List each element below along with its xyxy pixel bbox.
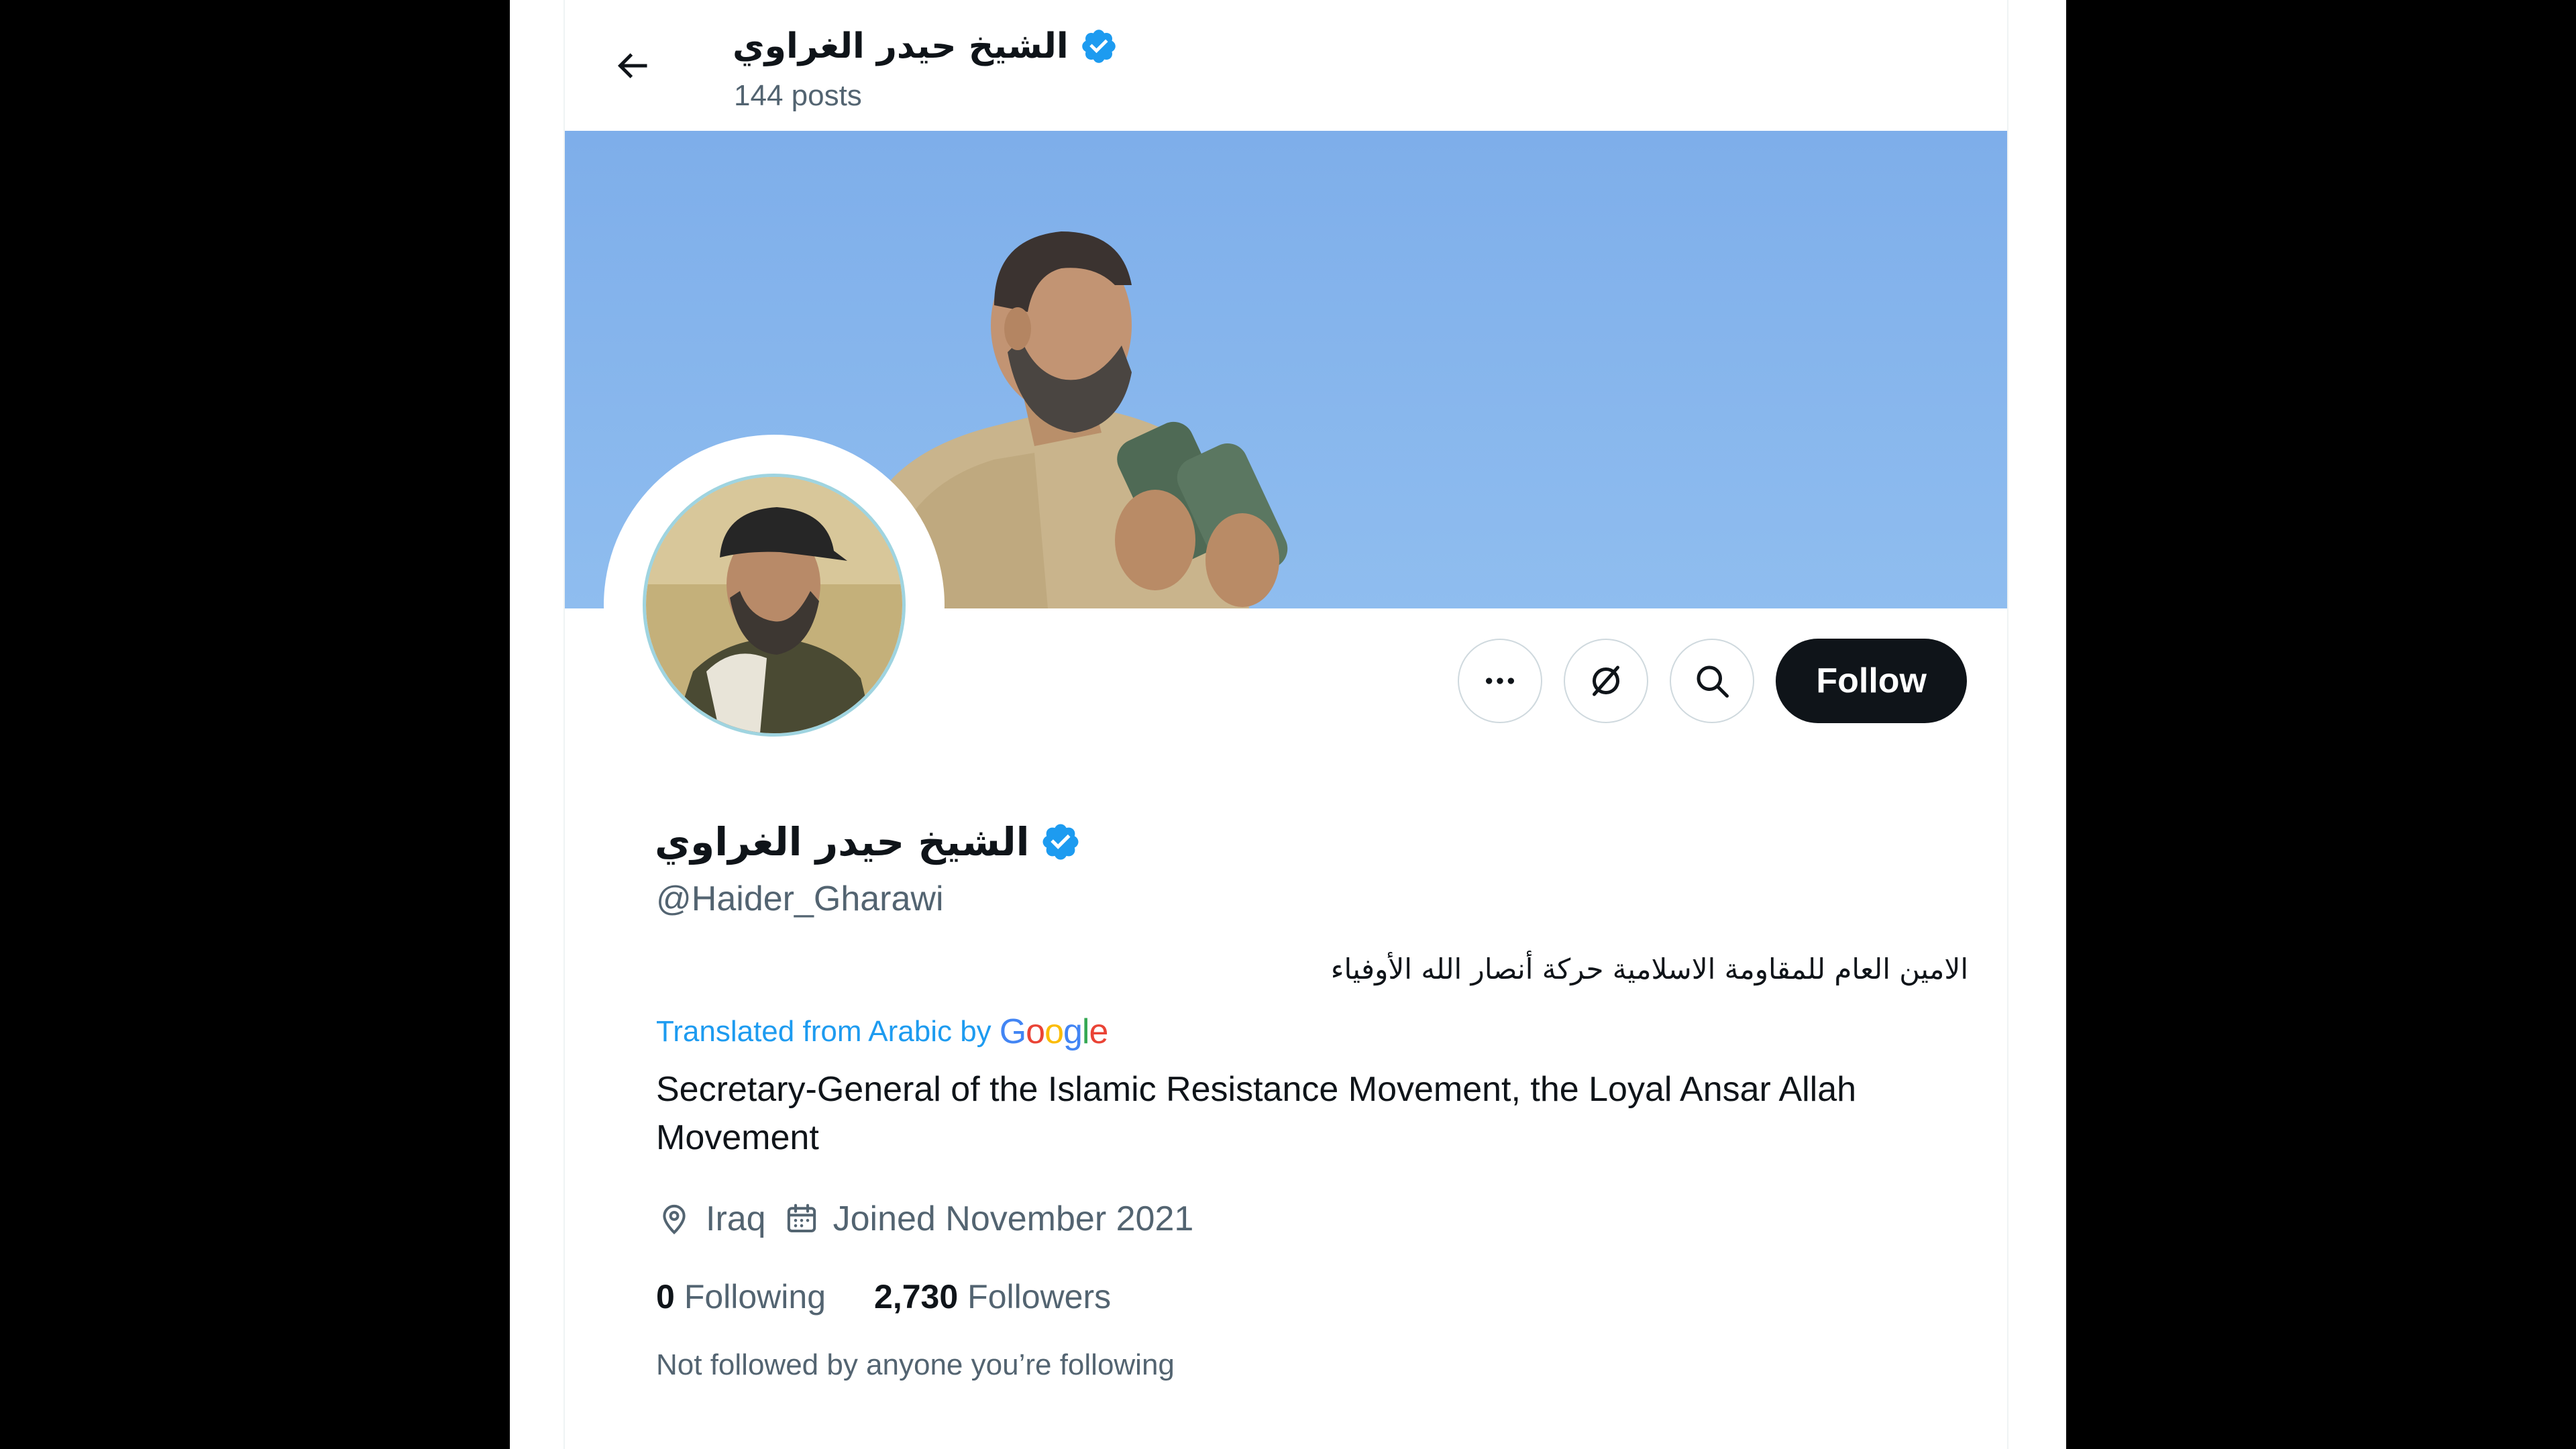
google-logo: Google (999, 1012, 1109, 1051)
verified-badge-icon[interactable] (1040, 821, 1081, 863)
not-followed-note: Not followed by anyone you’re following (656, 1348, 1175, 1381)
avatar (643, 474, 906, 737)
bio-english: Secretary-General of the Islamic Resista… (656, 1070, 1857, 1157)
bio-arabic: الامين العام للمقاومة الاسلامية حركة أنص… (1330, 953, 1968, 985)
profile-name-row: الشيخ حيدر الغراوي (655, 812, 1081, 872)
more-button[interactable] (1458, 639, 1543, 723)
grok-button[interactable] (1564, 639, 1649, 723)
followers-link[interactable]: 2,730 Followers (874, 1277, 1111, 1316)
more-horizontal-icon (1486, 678, 1515, 684)
avatar-frame[interactable] (604, 435, 945, 775)
header-post-count: 144 posts (734, 79, 862, 112)
joined-text: Joined November 2021 (833, 1199, 1194, 1238)
calendar-icon (787, 1203, 816, 1233)
verified-badge-icon (1081, 30, 1116, 63)
search-button[interactable] (1670, 639, 1755, 723)
profile-name: الشيخ حيدر الغراوي (655, 819, 1030, 865)
joined-item: Joined November 2021 (784, 1199, 1194, 1239)
page: الشيخ حيدر الغراوي 144 posts Follow الشي… (510, 0, 2066, 1449)
header-title: الشيخ حيدر الغراوي (733, 19, 1118, 74)
grok-slash-icon (1593, 665, 1620, 696)
profile-column: الشيخ حيدر الغراوي 144 posts Follow الشي… (564, 0, 2008, 1449)
translation-attribution[interactable]: Translated from Arabic by Google (656, 1010, 1108, 1054)
following-link[interactable]: 0 Following (656, 1277, 826, 1316)
avatar-photo (646, 477, 902, 733)
location-text: Iraq (706, 1199, 766, 1238)
arrow-left-icon (617, 53, 647, 78)
following-label: Following (684, 1278, 826, 1316)
location-pin-icon (663, 1204, 686, 1235)
followers-count: 2,730 (874, 1278, 959, 1316)
translated-label: Translated from Arabic by (656, 1015, 991, 1048)
search-icon (1697, 665, 1729, 698)
followers-label: Followers (967, 1278, 1112, 1316)
follow-stats: 0 Following 2,730 Followers (656, 1273, 1111, 1320)
profile-meta: Iraq Joined November 2021 (656, 1195, 1193, 1242)
follow-button[interactable]: Follow (1776, 639, 1967, 723)
back-button[interactable] (605, 39, 659, 93)
following-count: 0 (656, 1278, 675, 1316)
header-name: الشيخ حيدر الغراوي (733, 26, 1069, 66)
profile-handle: @Haider_Gharawi (656, 879, 944, 918)
profile-actions: Follow (1458, 639, 1967, 723)
location-item: Iraq (656, 1199, 766, 1239)
